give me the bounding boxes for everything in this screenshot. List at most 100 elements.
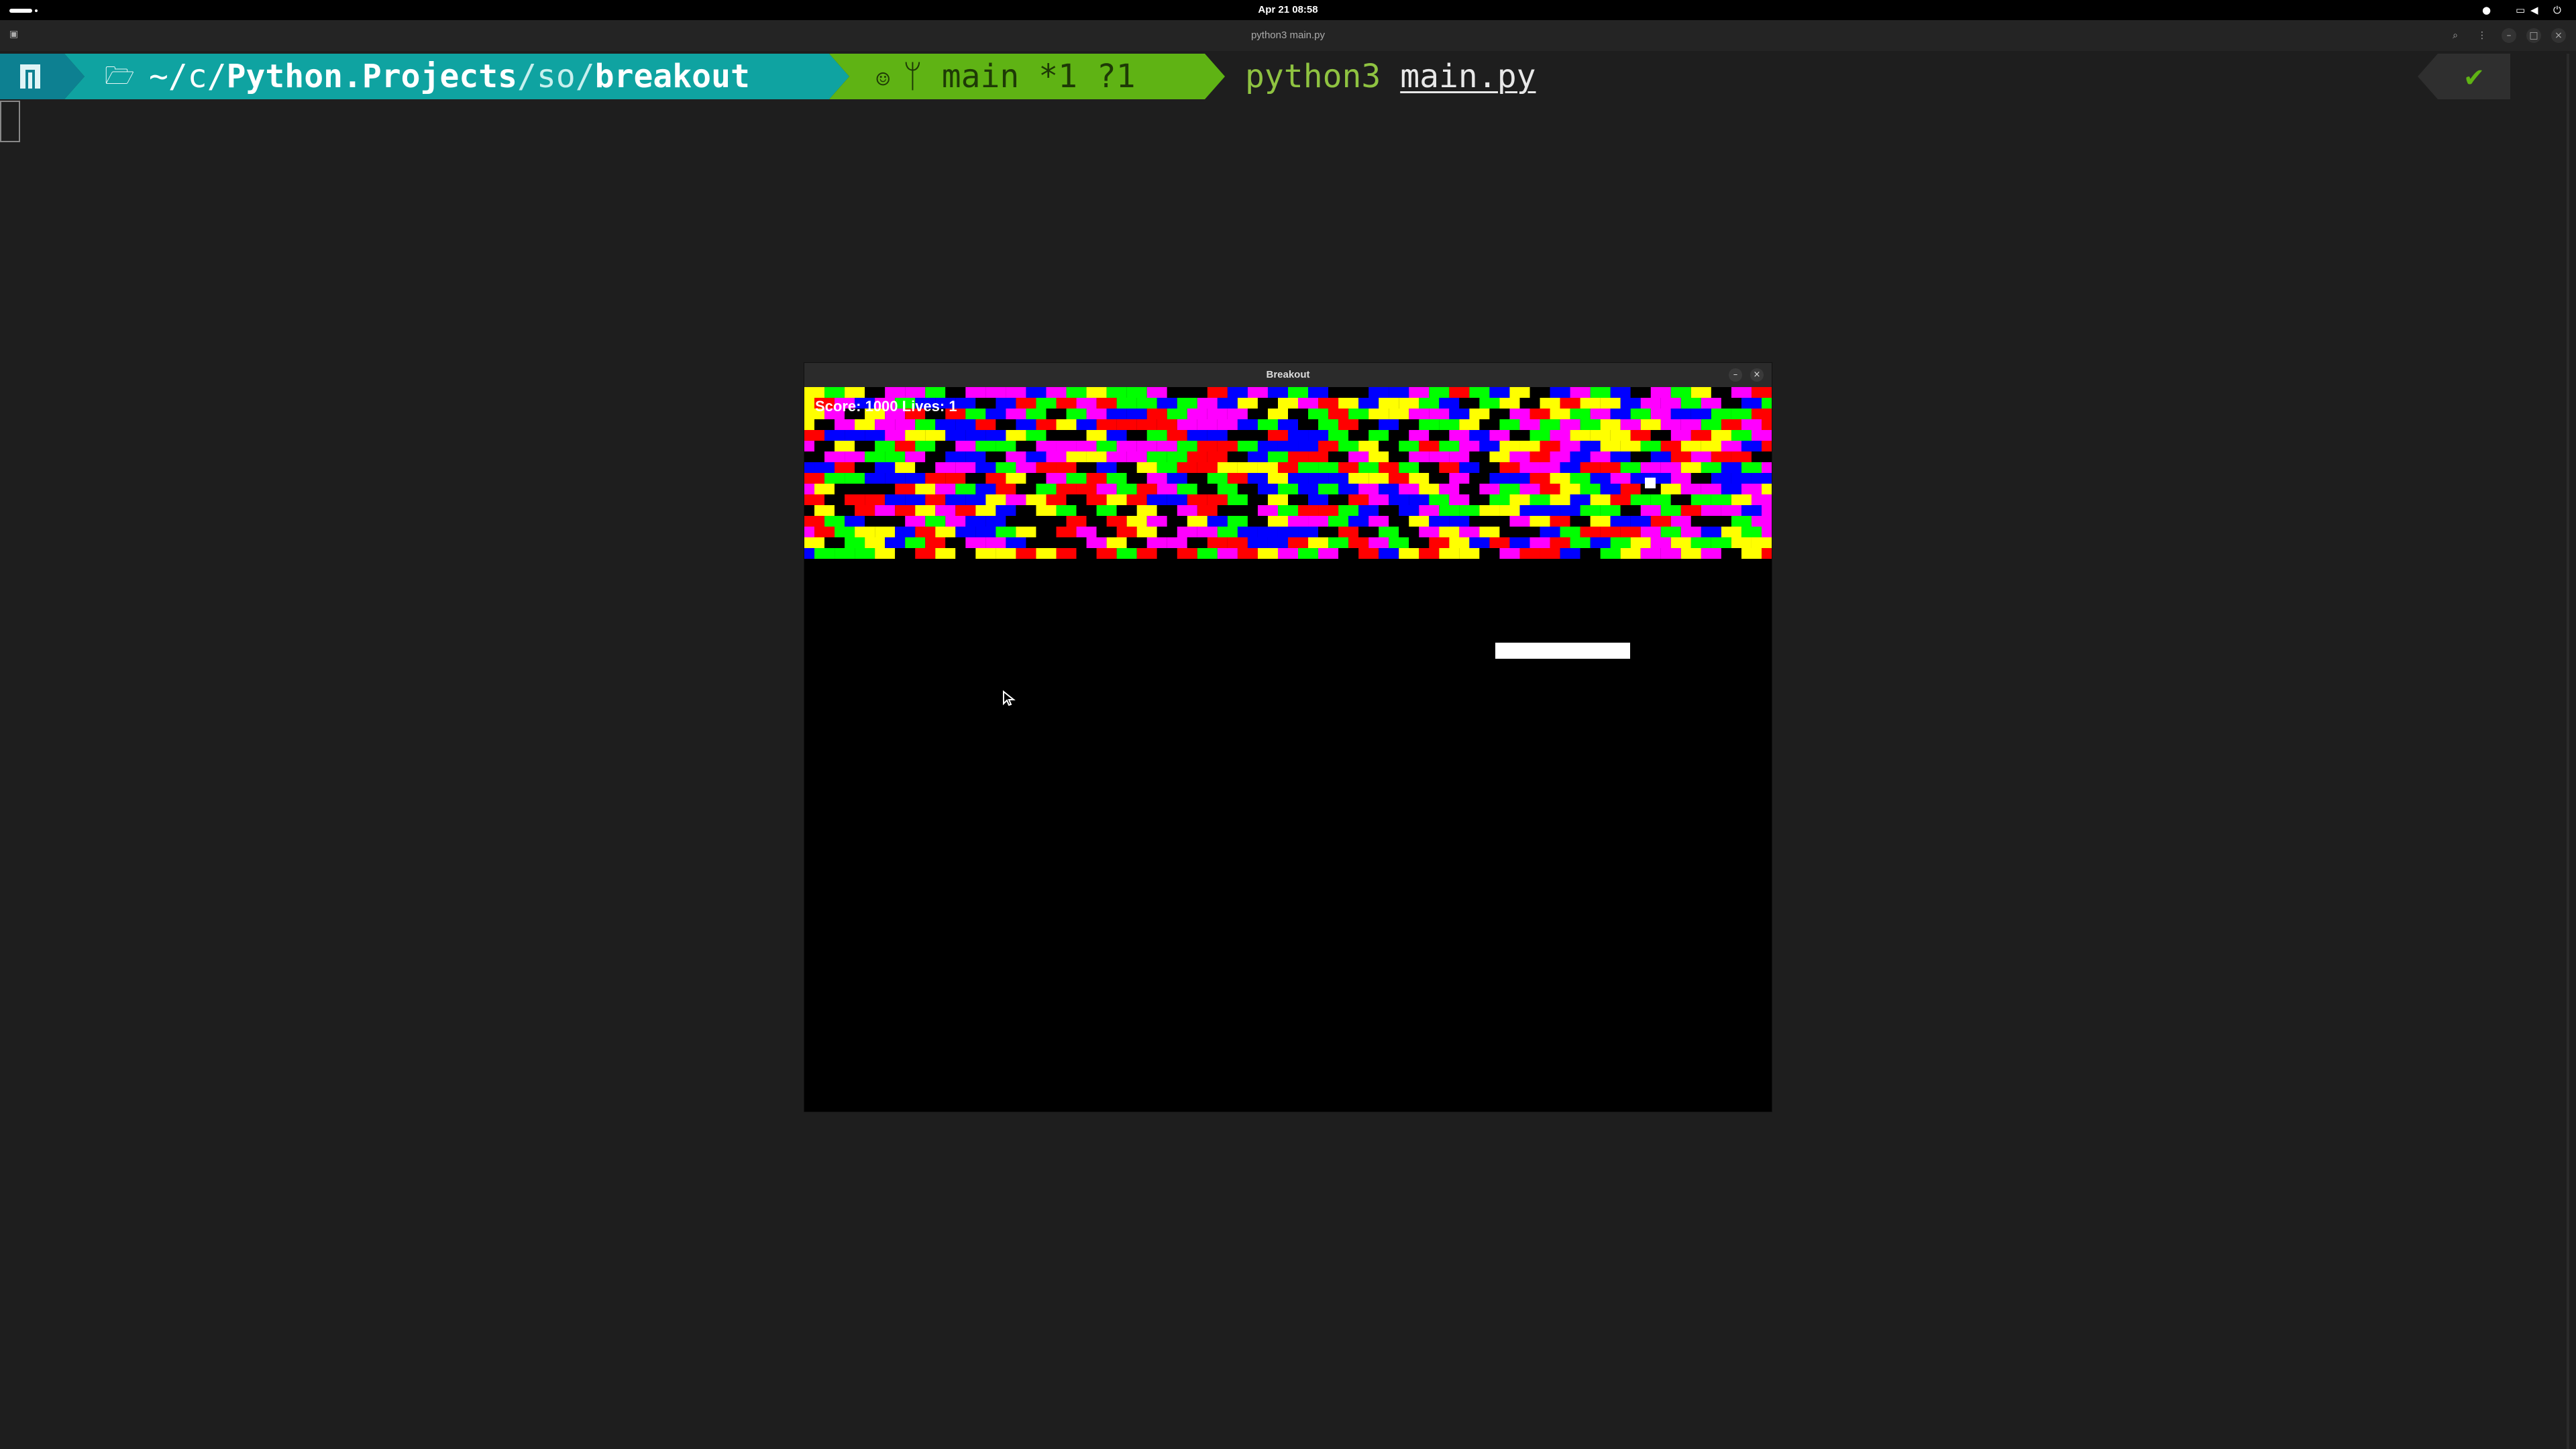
brick xyxy=(945,494,966,505)
brick xyxy=(1419,398,1440,409)
brick xyxy=(945,387,966,398)
brick xyxy=(1288,430,1309,441)
brick xyxy=(1358,548,1379,559)
brick xyxy=(1590,494,1611,505)
brick xyxy=(1721,462,1741,473)
search-icon[interactable]: ⌕ xyxy=(2448,28,2463,43)
brick xyxy=(1419,462,1440,473)
brick xyxy=(1620,398,1641,409)
brick xyxy=(1056,419,1077,430)
brick xyxy=(1298,505,1319,516)
brick xyxy=(1499,441,1520,451)
brick xyxy=(1580,527,1601,537)
brick xyxy=(1116,398,1137,409)
brick xyxy=(1409,537,1430,548)
brick xyxy=(1247,473,1268,484)
shield-icon[interactable]: ● xyxy=(2482,5,2491,15)
breakout-titlebar[interactable]: Breakout – × xyxy=(804,363,1772,387)
brick xyxy=(1197,419,1218,430)
brick xyxy=(1207,430,1228,441)
brick xyxy=(1560,398,1580,409)
brick xyxy=(1328,387,1349,398)
brick xyxy=(1207,387,1228,398)
brick xyxy=(1741,484,1762,494)
brick xyxy=(1439,419,1460,430)
brick xyxy=(1751,516,1772,527)
brick xyxy=(1267,473,1288,484)
brick xyxy=(1741,527,1762,537)
brick xyxy=(1116,548,1137,559)
brick xyxy=(895,548,916,559)
brick xyxy=(1046,516,1067,527)
terminal-scrollbar[interactable] xyxy=(2567,54,2569,1449)
brick xyxy=(1106,494,1127,505)
brick xyxy=(905,473,926,484)
menu-icon[interactable]: ⋮ xyxy=(2475,28,2489,43)
brick xyxy=(1006,494,1026,505)
brick xyxy=(1690,409,1711,419)
brick xyxy=(1469,409,1490,419)
brick xyxy=(1489,537,1510,548)
brick xyxy=(1469,537,1490,548)
game-canvas[interactable]: Score: 1000 Lives: 1 xyxy=(804,387,1772,1112)
brick xyxy=(1358,462,1379,473)
brick xyxy=(1610,494,1631,505)
brick xyxy=(1096,419,1117,430)
close-button[interactable]: × xyxy=(2551,28,2566,43)
paddle[interactable] xyxy=(1495,643,1630,659)
brick xyxy=(845,473,865,484)
power-icon[interactable]: ⏻ xyxy=(2553,5,2561,15)
brick xyxy=(1731,516,1752,527)
clock[interactable]: Apr 21 08:58 xyxy=(0,0,2576,20)
brick xyxy=(1690,516,1711,527)
volume-icon[interactable]: ◀ xyxy=(2530,5,2538,15)
brick xyxy=(1207,409,1228,419)
brick xyxy=(1519,419,1540,430)
brick xyxy=(1046,387,1067,398)
brick xyxy=(1358,527,1379,537)
brick xyxy=(1106,430,1127,441)
brick xyxy=(824,451,845,462)
brick xyxy=(1670,516,1691,527)
brick xyxy=(865,473,885,484)
brick xyxy=(814,505,835,516)
brick xyxy=(1519,484,1540,494)
brick xyxy=(1227,537,1248,548)
brick xyxy=(1741,462,1762,473)
minimize-button[interactable]: – xyxy=(1729,368,1742,382)
screen-icon[interactable]: ▭ xyxy=(2516,5,2525,15)
brick xyxy=(1459,398,1480,409)
brick xyxy=(905,537,926,548)
brick xyxy=(985,473,1006,484)
brick xyxy=(1550,473,1570,484)
brick xyxy=(1741,505,1762,516)
brick xyxy=(835,505,855,516)
brick xyxy=(1267,387,1288,398)
maximize-button[interactable]: □ xyxy=(2526,28,2541,43)
brick xyxy=(1086,473,1107,484)
brick xyxy=(855,505,875,516)
brick xyxy=(1066,409,1087,419)
brick xyxy=(1076,398,1097,409)
brick xyxy=(1277,419,1299,430)
brick xyxy=(1338,441,1359,451)
brick xyxy=(1550,387,1570,398)
brick xyxy=(804,387,825,398)
brick xyxy=(1197,505,1218,516)
brick xyxy=(1197,548,1218,559)
brick xyxy=(1479,462,1500,473)
brick xyxy=(1187,451,1208,462)
brick xyxy=(885,430,906,441)
brick xyxy=(1257,484,1278,494)
brick xyxy=(945,430,966,441)
brick xyxy=(845,494,865,505)
brick xyxy=(1096,441,1117,451)
close-button[interactable]: × xyxy=(1750,368,1764,382)
brick xyxy=(1610,387,1631,398)
brick xyxy=(1640,419,1661,430)
brick xyxy=(1368,494,1389,505)
minimize-button[interactable]: – xyxy=(2502,28,2516,43)
brick xyxy=(985,516,1006,527)
brick xyxy=(1237,505,1258,516)
brick xyxy=(1146,451,1167,462)
